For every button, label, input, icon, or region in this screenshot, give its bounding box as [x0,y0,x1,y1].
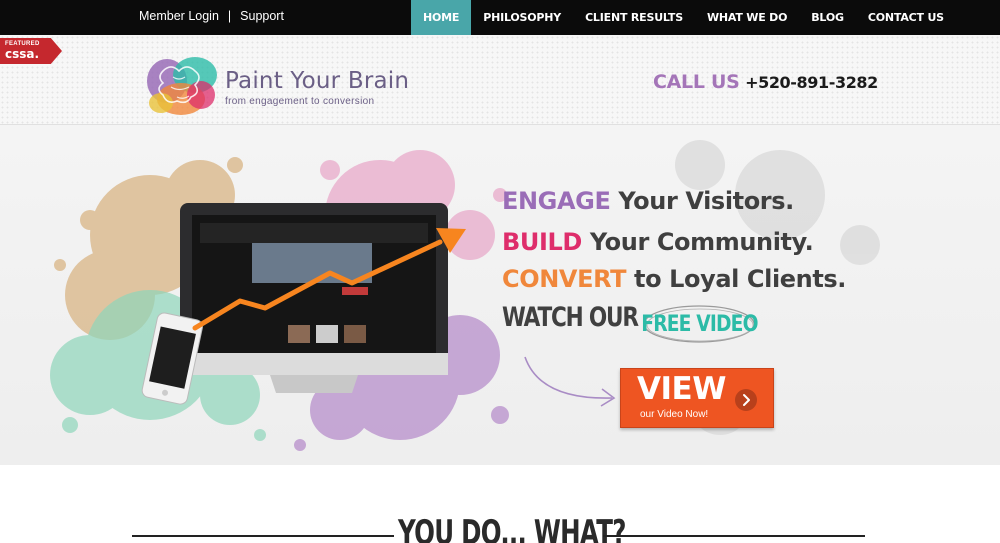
view-button-subtitle: our Video Now! [640,409,709,420]
nav-what-we-do[interactable]: WHAT WE DO [695,0,799,35]
nav-contact-us[interactable]: CONTACT US [856,0,956,35]
nav-home[interactable]: HOME [411,0,472,35]
brand-tagline: from engagement to conversion [225,96,375,107]
headline-convert: CONVERT to Loyal Clients. [502,265,846,293]
phone-number[interactable]: +520-891-3282 [745,73,878,92]
engage-highlight: ENGAGE [502,187,611,215]
support-link[interactable]: Support [240,9,284,23]
ribbon-cssa-text: cssa. [5,47,40,61]
member-login-link[interactable]: Member Login [139,9,219,23]
featured-cssa-ribbon[interactable]: FEATURED cssa. [0,38,62,64]
brain-logo-icon[interactable] [143,51,225,123]
section-heading-text: YOU DO... WHAT? [398,513,626,543]
nav-philosophy[interactable]: PHILOSOPHY [471,0,573,35]
heading-rule-left [132,535,394,537]
hero-banner: ENGAGE Your Visitors. BUILD Your Communi… [0,125,1000,465]
engage-rest: Your Visitors. [610,187,794,215]
call-us: CALL US +520-891-3282 [653,71,878,93]
utility-links: Member Login | Support [139,9,284,23]
section-heading: YOU DO... WHAT? [0,510,1000,543]
call-us-label: CALL US [653,71,740,93]
build-rest: Your Community. [581,228,814,256]
heading-rule-right [603,535,865,537]
convert-rest: to Loyal Clients. [626,265,847,293]
curved-pointer-arrow-icon [524,356,616,407]
hero-illustration [50,140,880,451]
build-highlight: BUILD [502,228,582,256]
desktop-monitor [180,203,448,393]
top-bar: Member Login | Support HOME PHILOSOPHY CLI… [0,0,1000,35]
headline-engage: ENGAGE Your Visitors. [502,187,794,215]
view-button-title: VIEW [637,371,726,407]
free-video-label: FREE VIDEO [640,311,758,337]
chevron-right-icon [735,389,757,411]
free-video-link[interactable]: FREE VIDEO [640,303,758,345]
convert-highlight: CONVERT [502,265,627,293]
view-video-button[interactable]: VIEW our Video Now! [620,368,774,428]
nav-client-results[interactable]: CLIENT RESULTS [573,0,695,35]
utility-separator: | [227,9,232,23]
watch-our-text: WATCH OUR [502,302,639,333]
headline-build: BUILD Your Community. [502,228,814,256]
nav-blog[interactable]: BLOG [799,0,856,35]
main-nav: HOME PHILOSOPHY CLIENT RESULTS WHAT WE D… [411,0,956,35]
brand-name[interactable]: Paint Your Brain [225,68,409,94]
site-header: Paint Your Brain from engagement to conv… [0,35,1000,125]
